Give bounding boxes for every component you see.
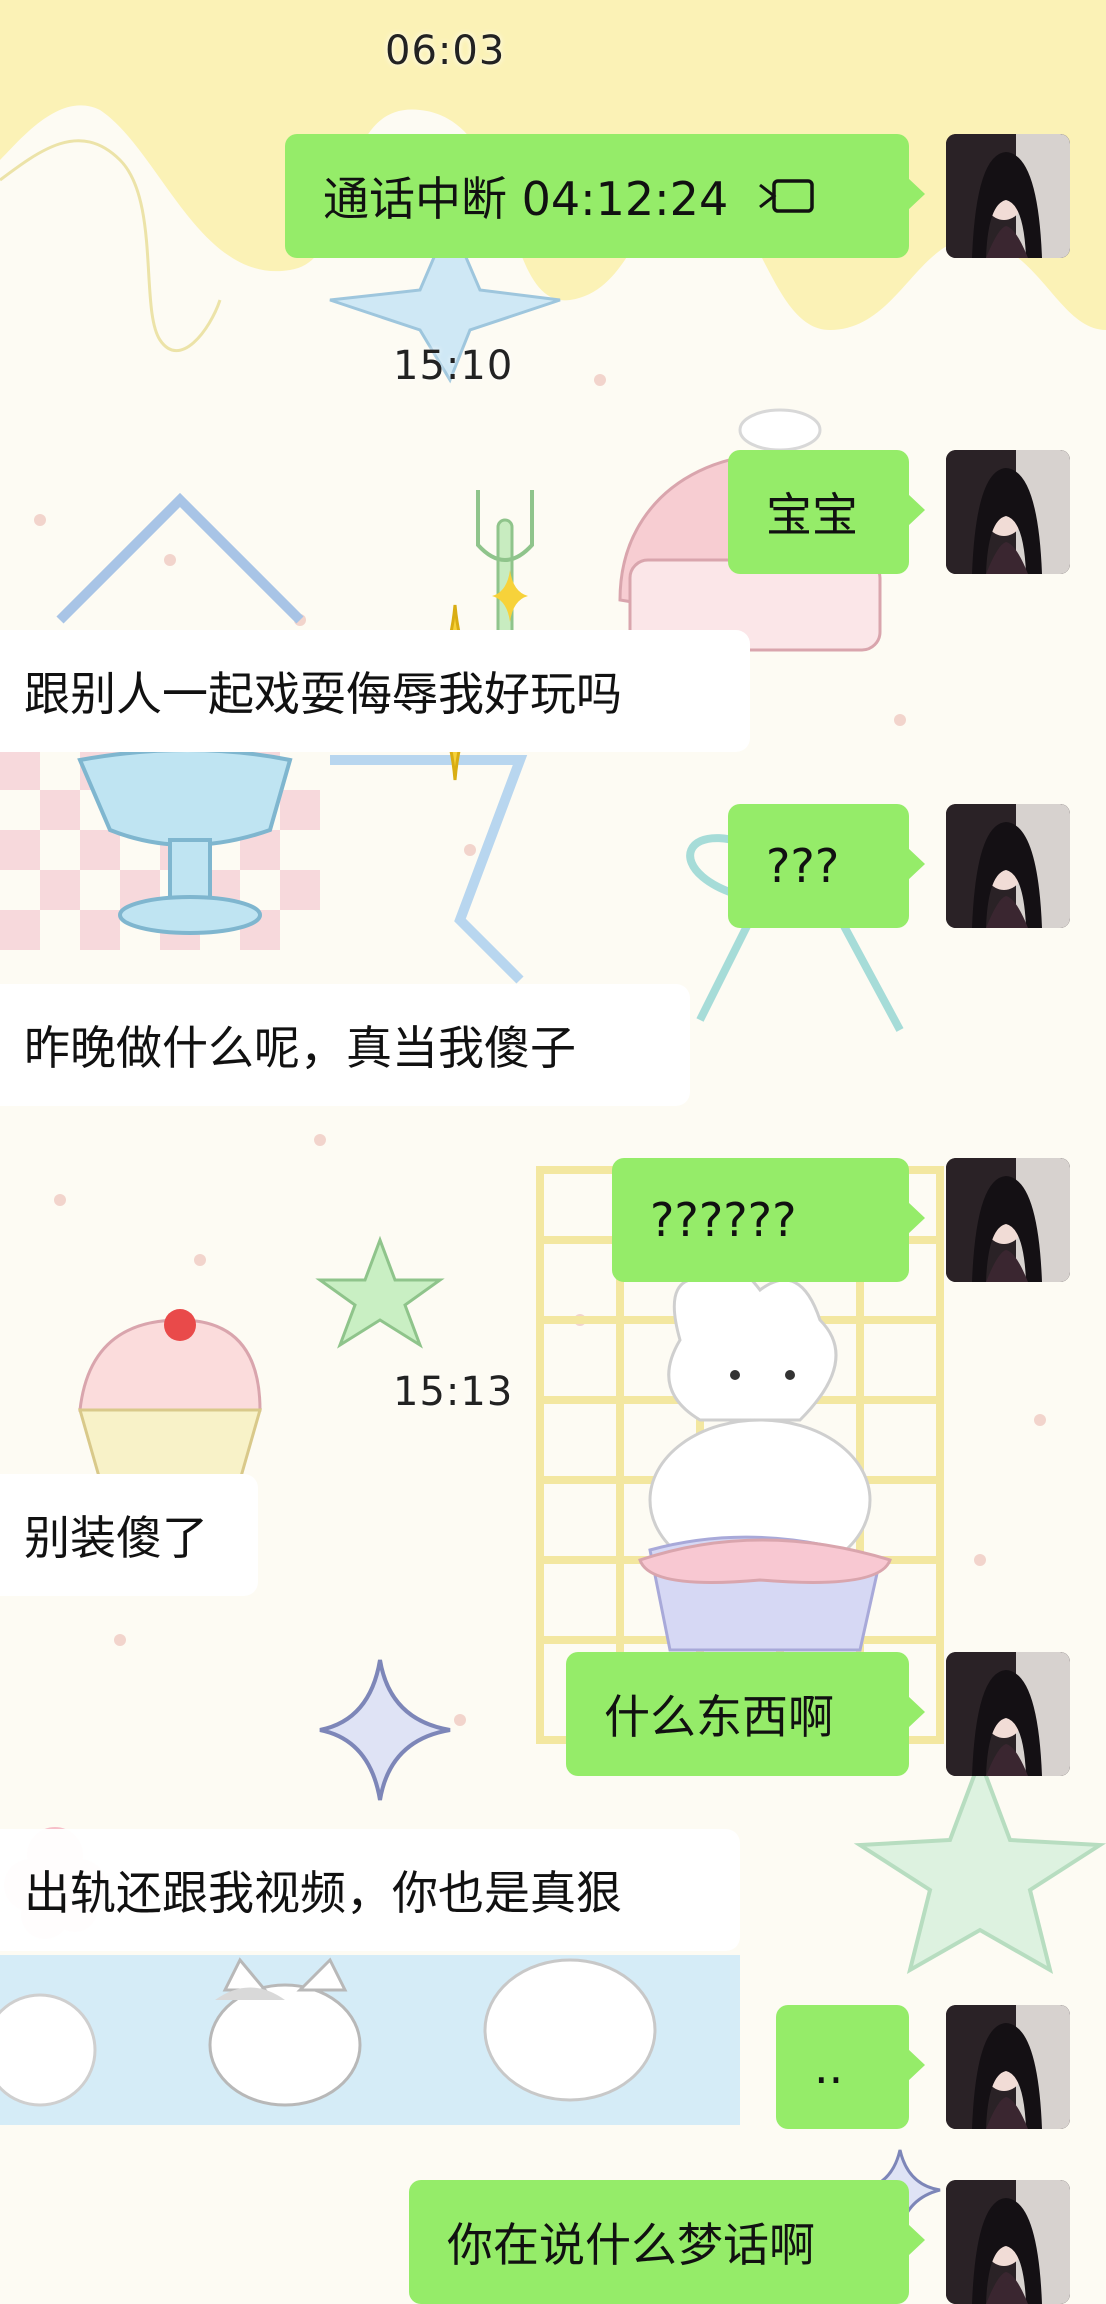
video-call-icon — [758, 177, 816, 215]
message-text: 你在说什么梦话啊 — [447, 2218, 815, 2272]
avatar[interactable] — [946, 1652, 1070, 1776]
timestamp: 15:10 — [393, 343, 514, 389]
message-text: 宝宝 — [766, 488, 858, 542]
message-text: 出轨还跟我视频，你也是真狠 — [24, 1866, 622, 1920]
message-bubble-incoming[interactable]: 跟别人一起戏耍侮辱我好玩吗 — [0, 630, 750, 752]
avatar[interactable] — [946, 804, 1070, 928]
message-bubble-outgoing[interactable]: 宝宝 — [728, 450, 925, 574]
avatar[interactable] — [946, 1158, 1070, 1282]
timestamp: 06:03 — [385, 28, 506, 74]
message-bubble-outgoing[interactable]: 你在说什么梦话啊 — [409, 2180, 925, 2304]
message-text: ??? — [766, 839, 840, 893]
message-bubble-incoming[interactable]: 出轨还跟我视频，你也是真狠 — [0, 1829, 740, 1951]
avatar[interactable] — [946, 2005, 1070, 2129]
avatar[interactable] — [946, 450, 1070, 574]
message-text: ?????? — [650, 1193, 797, 1247]
message-bubble-call-record[interactable]: 通话中断 04:12:24 — [285, 134, 925, 258]
avatar[interactable] — [946, 134, 1070, 258]
message-text: 别装傻了 — [24, 1511, 208, 1565]
message-bubble-incoming[interactable]: 昨晚做什么呢，真当我傻子 — [0, 984, 690, 1106]
message-text: 通话中断 04:12:24 — [323, 172, 729, 226]
message-text: .. — [814, 2040, 844, 2094]
message-bubble-outgoing[interactable]: 什么东西啊 — [566, 1652, 925, 1776]
message-bubble-incoming[interactable]: 别装傻了 — [0, 1474, 258, 1596]
message-text: 什么东西啊 — [604, 1690, 834, 1744]
chat-area[interactable]: 06:03 15:10 15:13 通话中断 04:12:24 宝宝 跟别人一起… — [0, 0, 1106, 2304]
timestamp: 15:13 — [393, 1369, 514, 1415]
message-text: 跟别人一起戏耍侮辱我好玩吗 — [24, 667, 622, 721]
message-bubble-outgoing[interactable]: ?????? — [612, 1158, 925, 1282]
message-bubble-outgoing[interactable]: .. — [776, 2005, 925, 2129]
avatar[interactable] — [946, 2180, 1070, 2304]
message-bubble-outgoing[interactable]: ??? — [728, 804, 925, 928]
message-text: 昨晚做什么呢，真当我傻子 — [24, 1021, 576, 1075]
